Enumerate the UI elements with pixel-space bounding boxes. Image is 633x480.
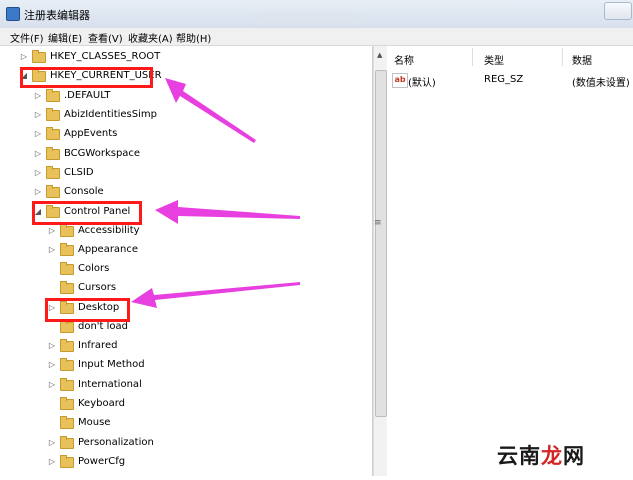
site-watermark: 云南龙网: [497, 443, 585, 468]
arrow-to-control-panel: [155, 200, 300, 224]
arrow-to-hkcu: [165, 78, 256, 143]
arrow-to-desktop: [131, 282, 300, 308]
annotation-arrows: [131, 78, 300, 308]
